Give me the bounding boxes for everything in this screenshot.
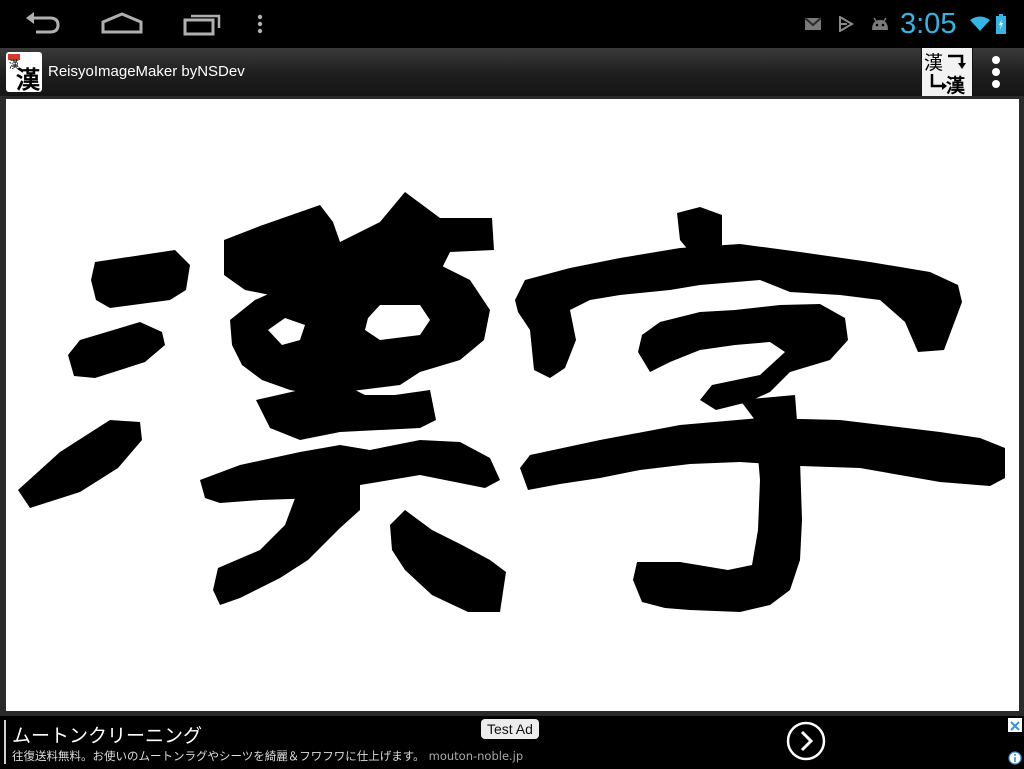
app-icon-glyph: 漢 (16, 66, 41, 92)
close-icon[interactable] (1008, 718, 1022, 732)
kanji-artwork (18, 192, 1005, 612)
gmail-icon (804, 14, 822, 34)
clock: 3:05 (900, 8, 957, 40)
system-bar: 3:05 (0, 0, 1024, 48)
play-store-icon (838, 14, 854, 34)
action-bar: 漢 漢 ReisyoImageMaker byNSDev 漢 漢 (0, 48, 1024, 97)
canvas-frame: 漢字 (0, 96, 1024, 716)
menu-icon[interactable] (246, 6, 274, 42)
ad-banner[interactable]: ムートンクリーニング 往復送料無料。お使いのムートンラグやシーツを綺麗＆フワフワ… (0, 716, 1024, 768)
kanji-text: 漢字 (6, 99, 7, 100)
convert-glyph-target: 漢 (946, 74, 966, 96)
arrow-right-icon[interactable] (786, 721, 826, 761)
convert-glyph-source: 漢 (924, 52, 943, 74)
ad-body-line: 往復送料無料。お使いのムートンラグやシーツを綺麗＆フワフワに仕上げます。 mout… (12, 748, 523, 764)
back-icon[interactable] (14, 6, 70, 42)
convert-style-button[interactable]: 漢 漢 (921, 48, 973, 97)
ad-divider (4, 720, 6, 764)
android-icon (870, 14, 890, 34)
ad-domain: mouton-noble.jp (428, 749, 524, 763)
recent-apps-icon[interactable] (174, 6, 230, 42)
kanji-ji-glyph (515, 207, 1005, 612)
app-title: ReisyoImageMaker byNSDev (48, 63, 245, 80)
kanji-kan-glyph (18, 192, 506, 612)
battery-icon (996, 14, 1006, 34)
test-ad-badge: Test Ad (481, 719, 539, 739)
wifi-icon (970, 14, 990, 34)
kanji-canvas[interactable]: 漢字 (6, 99, 1019, 711)
home-icon[interactable] (94, 6, 150, 42)
app-icon[interactable]: 漢 漢 (6, 52, 42, 92)
info-icon[interactable] (1008, 750, 1022, 765)
overflow-menu-icon[interactable] (973, 48, 1019, 96)
ad-body: 往復送料無料。お使いのムートンラグやシーツを綺麗＆フワフワに仕上げます。 (12, 749, 425, 763)
ad-title[interactable]: ムートンクリーニング (12, 724, 202, 748)
